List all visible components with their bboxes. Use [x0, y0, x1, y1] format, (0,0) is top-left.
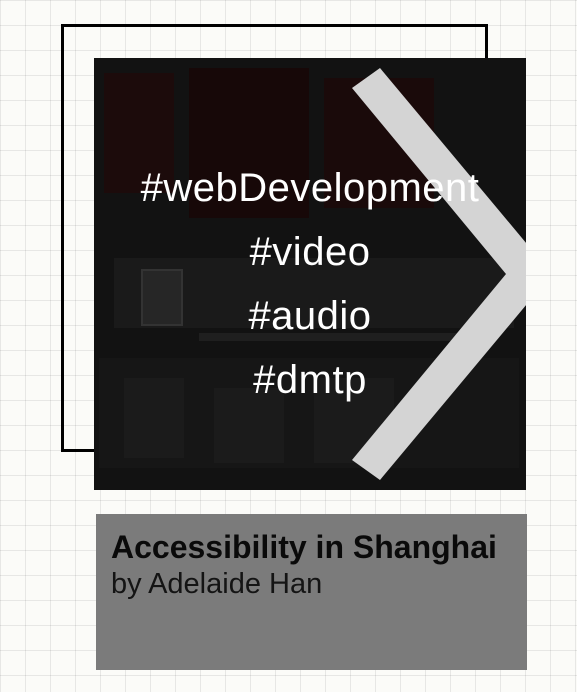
project-author: by Adelaide Han: [111, 568, 323, 600]
project-card-link[interactable]: #webDevelopment #video #audio #dmtp: [94, 58, 526, 490]
page-canvas: #webDevelopment #video #audio #dmtp Acce…: [0, 0, 577, 692]
hashtag-label: #video: [249, 230, 371, 274]
hashtag-list: #webDevelopment #video #audio #dmtp: [94, 156, 526, 412]
hashtag-label: #webDevelopment: [140, 166, 480, 210]
project-title: Accessibility in Shanghai: [111, 529, 497, 565]
hashtag-label: #audio: [248, 294, 372, 338]
project-info-box: Accessibility in Shanghai by Adelaide Ha…: [96, 514, 527, 670]
hashtag-label: #dmtp: [253, 358, 367, 402]
